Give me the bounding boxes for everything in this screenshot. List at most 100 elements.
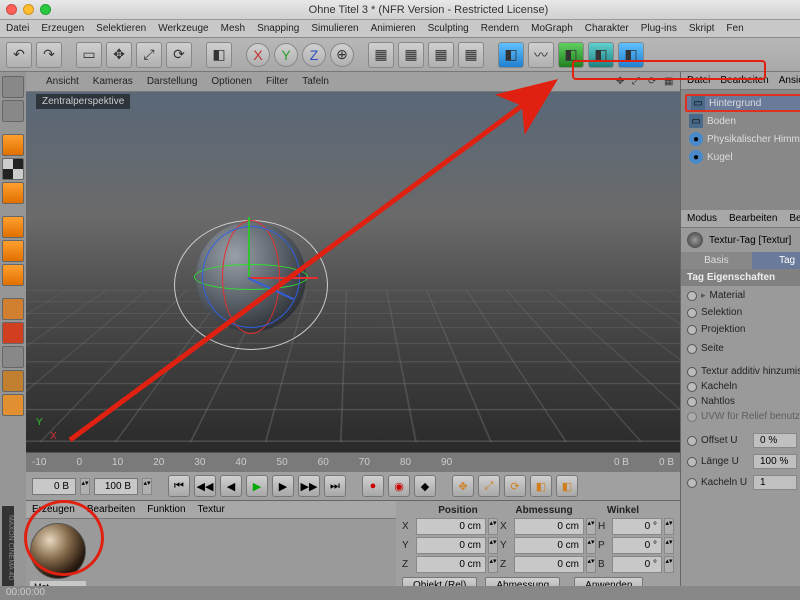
vtab-filter[interactable]: Filter: [266, 76, 288, 87]
vtab-ansicht[interactable]: Ansicht: [46, 76, 79, 87]
menu-charakter[interactable]: Charakter: [585, 23, 629, 34]
soft-select-button[interactable]: [2, 394, 24, 416]
add-nurbs-button[interactable]: ◧: [558, 42, 584, 68]
locked-button[interactable]: [2, 370, 24, 392]
move-tool[interactable]: ✥: [106, 42, 132, 68]
step-fwd-button[interactable]: ▶: [272, 475, 294, 497]
axis-mode-button[interactable]: [2, 298, 24, 320]
object-mode-button[interactable]: [2, 134, 24, 156]
menu-selektieren[interactable]: Selektieren: [96, 23, 146, 34]
goto-start-button[interactable]: ⏮: [168, 475, 190, 497]
redo-button[interactable]: ↷: [36, 42, 62, 68]
menu-simulieren[interactable]: Simulieren: [311, 23, 358, 34]
record-button[interactable]: ●: [362, 475, 384, 497]
poly-mode-button[interactable]: [2, 264, 24, 286]
anim-dot-icon[interactable]: [687, 325, 697, 335]
autokey-button[interactable]: ◉: [388, 475, 410, 497]
undo-button[interactable]: ↶: [6, 42, 32, 68]
minimize-icon[interactable]: [23, 4, 34, 15]
omtab-datei[interactable]: Datei: [687, 75, 710, 86]
timeline-ruler[interactable]: -10010 203040 506070 8090 0 B 0 B: [26, 452, 680, 472]
nav-rotate-icon[interactable]: ⟳: [648, 76, 660, 88]
render-pv-button[interactable]: ▦: [428, 42, 454, 68]
menu-fenster[interactable]: Fen: [726, 23, 743, 34]
spinner-icon[interactable]: ▴▾: [80, 478, 90, 495]
viewport[interactable]: Y X: [26, 92, 680, 452]
anim-dot-icon[interactable]: [687, 382, 697, 392]
key-scale-button[interactable]: ⤢: [478, 475, 500, 497]
pos-z-field[interactable]: 0 cm: [416, 556, 486, 573]
play-button[interactable]: ▶: [246, 475, 268, 497]
vtab-darstellung[interactable]: Darstellung: [147, 76, 198, 87]
menu-animieren[interactable]: Animieren: [371, 23, 416, 34]
close-icon[interactable]: [6, 4, 17, 15]
key-rotate-button[interactable]: ⟳: [504, 475, 526, 497]
subtab-basis[interactable]: Basis: [681, 252, 752, 269]
menu-mesh[interactable]: Mesh: [221, 23, 245, 34]
obj-row-himmel[interactable]: ● Physikalischer Himmel: [685, 130, 800, 148]
dim-x-field[interactable]: 0 cm: [514, 518, 584, 535]
obj-row-boden[interactable]: ▭ Boden: [685, 112, 800, 130]
key-param-button[interactable]: ◧: [530, 475, 552, 497]
omtab-bearbeiten[interactable]: Bearbeiten: [720, 75, 768, 86]
obj-row-hintergrund[interactable]: ▭ Hintergrund: [685, 94, 800, 112]
anim-dot-icon[interactable]: [687, 436, 697, 446]
subtab-tag[interactable]: Tag: [752, 252, 800, 269]
make-editable-button[interactable]: [2, 76, 24, 98]
nav-move-icon[interactable]: ✥: [616, 76, 628, 88]
render-region-button[interactable]: ▦: [398, 42, 424, 68]
frame-end-field[interactable]: 100 B: [94, 478, 138, 495]
vtab-tafeln[interactable]: Tafeln: [302, 76, 329, 87]
axis-z-button[interactable]: Z: [302, 43, 326, 67]
anim-dot-icon[interactable]: [687, 344, 697, 354]
edge-mode-button[interactable]: [2, 240, 24, 262]
key-move-button[interactable]: ✥: [452, 475, 474, 497]
obj-row-kugel[interactable]: ● Kugel: [685, 148, 800, 166]
kacheln-u-field[interactable]: 1: [753, 475, 797, 490]
key-pla-button[interactable]: ◧: [556, 475, 578, 497]
anim-dot-icon[interactable]: [687, 367, 697, 377]
anim-dot-icon[interactable]: [687, 457, 697, 467]
model-mode-button[interactable]: [2, 100, 24, 122]
menu-sculpting[interactable]: Sculpting: [428, 23, 469, 34]
ang-b-field[interactable]: 0 °: [612, 556, 662, 573]
mtab-textur[interactable]: Textur: [198, 504, 225, 515]
ang-p-field[interactable]: 0 °: [612, 537, 662, 554]
axis-x-button[interactable]: X: [246, 43, 270, 67]
material-item[interactable]: Mat: [30, 523, 86, 593]
dim-y-field[interactable]: 0 cm: [514, 537, 584, 554]
mtab-funktion[interactable]: Funktion: [147, 504, 185, 515]
lasttool-button[interactable]: ◧: [206, 42, 232, 68]
menu-werkzeuge[interactable]: Werkzeuge: [158, 23, 208, 34]
menu-datei[interactable]: Datei: [6, 23, 29, 34]
pos-y-field[interactable]: 0 cm: [416, 537, 486, 554]
texture-mode-button[interactable]: [2, 158, 24, 180]
add-deformer-button[interactable]: ◧: [618, 42, 644, 68]
anim-dot-icon[interactable]: [687, 397, 697, 407]
axis-y-button[interactable]: Y: [274, 43, 298, 67]
attr-tab-bearbeiten[interactable]: Bearbeiten: [729, 213, 777, 224]
spinner-icon[interactable]: ▴▾: [142, 478, 152, 495]
mtab-bearbeiten[interactable]: Bearbeiten: [87, 504, 135, 515]
key-button[interactable]: ◆: [414, 475, 436, 497]
vtab-optionen[interactable]: Optionen: [211, 76, 252, 87]
add-cube-button[interactable]: ◧: [498, 42, 524, 68]
rotate-tool[interactable]: ⟳: [166, 42, 192, 68]
workplane-mode-button[interactable]: [2, 182, 24, 204]
render-view-button[interactable]: ▦: [368, 42, 394, 68]
step-back-button[interactable]: ◀: [220, 475, 242, 497]
render-settings-button[interactable]: ▦: [458, 42, 484, 68]
zoom-icon[interactable]: [40, 4, 51, 15]
add-spline-button[interactable]: 〰: [528, 42, 554, 68]
workplane-button[interactable]: [2, 346, 24, 368]
prev-key-button[interactable]: ◀◀: [194, 475, 216, 497]
omtab-ansicht[interactable]: Ansicht: [779, 75, 800, 86]
next-key-button[interactable]: ▶▶: [298, 475, 320, 497]
select-tool[interactable]: ▭: [76, 42, 102, 68]
anim-dot-icon[interactable]: [687, 291, 697, 301]
dim-z-field[interactable]: 0 cm: [514, 556, 584, 573]
point-mode-button[interactable]: [2, 216, 24, 238]
coord-sys-button[interactable]: ⊕: [330, 43, 354, 67]
menu-rendern[interactable]: Rendern: [481, 23, 519, 34]
menu-erzeugen[interactable]: Erzeugen: [41, 23, 84, 34]
